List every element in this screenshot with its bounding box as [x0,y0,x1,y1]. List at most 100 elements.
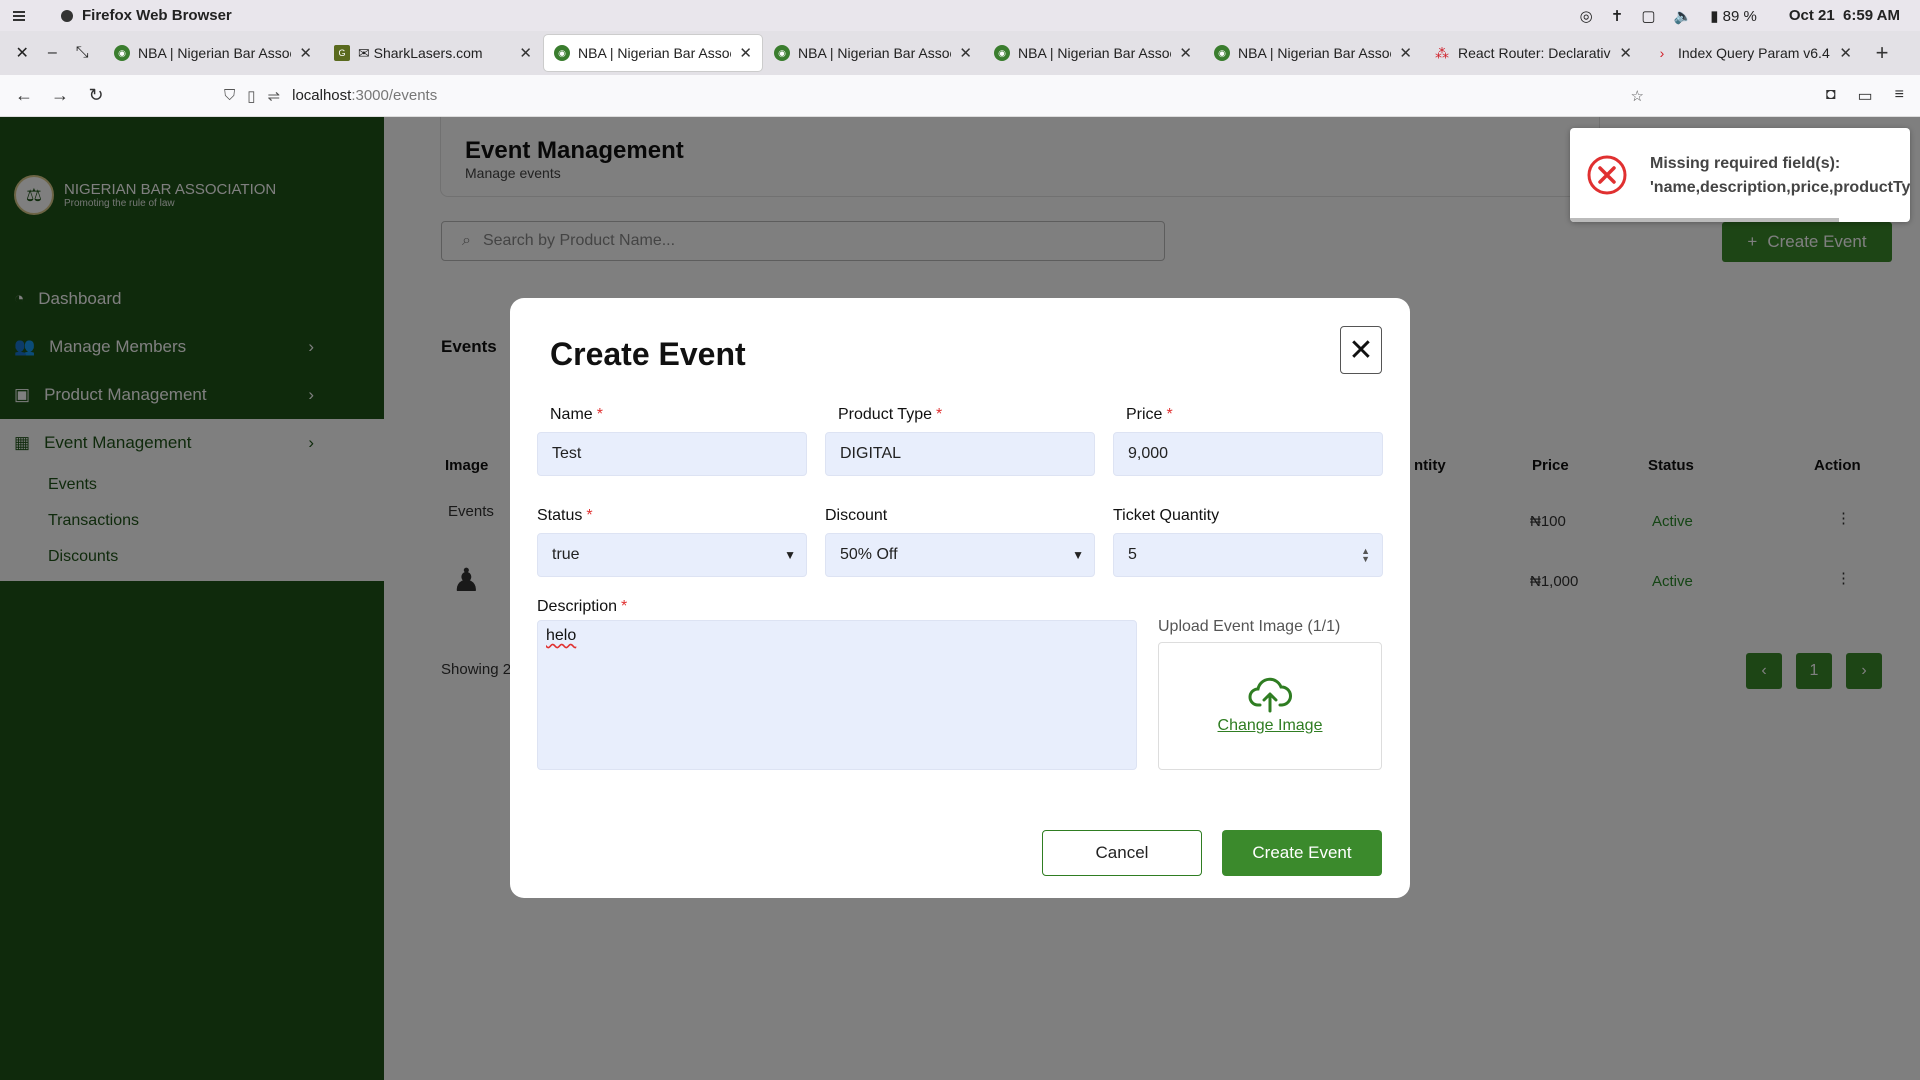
browser-tab[interactable]: › Index Query Param v6.4.1 ✕ [1644,35,1862,71]
product-type-label-text: Product Type [838,406,932,423]
description-textarea[interactable]: helo [537,620,1137,770]
required-marker: * [1166,406,1173,423]
activities-icon [13,10,25,21]
permissions-icon[interactable]: ⇌ [268,87,281,105]
image-upload-area[interactable]: Change Image [1158,642,1382,770]
reload-button[interactable]: ↻ [78,85,114,106]
os-top-bar: Firefox Web Browser ◎ ✝ ▢ 🔈 ▮ 89 % Oct 2… [0,0,1920,31]
new-tab-button[interactable]: + [1862,40,1902,66]
app-name: Firefox Web Browser [82,7,232,24]
required-marker: * [586,507,593,524]
firefox-icon [61,9,73,22]
status-select[interactable]: true ▼ [537,533,807,577]
browser-tab[interactable]: ◉ NBA | Nigerian Bar Associa ✕ [1204,35,1422,71]
volume-icon[interactable]: 🔈 [1674,7,1693,25]
error-icon [1587,155,1627,195]
close-tab-icon[interactable]: ✕ [1619,44,1632,62]
app-menu[interactable]: Firefox Web Browser [60,7,232,24]
close-tab-icon[interactable]: ✕ [959,44,972,62]
pocket-icon[interactable]: ◘ [1826,86,1836,106]
battery-indicator[interactable]: ▮ 89 % [1710,7,1757,25]
price-input[interactable]: 9,000 [1113,432,1383,476]
network-icon[interactable]: ◎ [1580,7,1593,25]
toast-message-line1: Missing required field(s): [1650,155,1841,172]
close-tab-icon[interactable]: ✕ [1399,44,1412,62]
chevron-down-icon: ▼ [784,548,796,562]
system-tray[interactable]: ◎ ✝ ▢ 🔈 ▮ 89 % Oct 21 6:59 AM [1580,0,1920,31]
close-icon: ✕ [1348,333,1374,367]
url-host: localhost [292,87,352,104]
discount-select-value: 50% Off [840,546,898,563]
cancel-button[interactable]: Cancel [1042,830,1202,876]
discount-select[interactable]: 50% Off ▼ [825,533,1095,577]
name-input[interactable]: Test [537,432,807,476]
status-label-text: Status [537,507,583,524]
ticket-quantity-value: 5 [1128,546,1137,563]
close-tab-icon[interactable]: ✕ [299,44,312,62]
forward-button[interactable]: → [42,85,78,106]
ticket-quantity-stepper[interactable]: 5 ▲ ▼ [1113,533,1383,577]
required-marker: * [621,598,628,615]
product-type-label: Product Type * [838,406,942,424]
browser-tab[interactable]: ◉ NBA | Nigerian Bar Associa ✕ [104,35,322,71]
shield-icon[interactable]: ⛉ [224,87,235,104]
sharklasers-icon: G [334,45,350,61]
browser-tab[interactable]: ⁂ React Router: Declarative ✕ [1424,35,1642,71]
restore-window-icon[interactable]: ⤡ [76,44,89,62]
close-window-icon[interactable]: ✕ [15,43,28,63]
description-text: helo [546,627,577,644]
error-toast[interactable]: Missing required field(s): 'name,descrip… [1570,128,1910,222]
navigation-bar: ← → ↻ ⛉ ▯ ⇌ localhost:3000/events ☆ ◘ ▭ … [0,75,1920,117]
tab-strip: ✕ – ⤡ ◉ NBA | Nigerian Bar Associa ✕ G ✉ Sha… [0,31,1920,75]
url-bar[interactable]: ⛉ ▯ ⇌ localhost:3000/events ☆ [224,87,1644,105]
browser-tab[interactable]: ◉ NBA | Nigerian Bar Associa ✕ [984,35,1202,71]
close-tab-icon[interactable]: ✕ [1839,44,1852,62]
close-tab-icon[interactable]: ✕ [519,44,532,62]
browser-tab[interactable]: G ✉ SharkLasers.com ✕ [324,35,542,71]
stepper-arrows-icon[interactable]: ▲ ▼ [1361,547,1370,564]
clock[interactable]: Oct 21 6:59 AM [1789,7,1900,24]
back-button[interactable]: ← [6,85,42,106]
url-text[interactable]: localhost:3000/events [292,87,437,104]
name-label-text: Name [550,406,593,423]
nba-icon: ◉ [774,45,790,61]
sync-icon[interactable]: ▭ [1858,86,1873,106]
accessibility-icon[interactable]: ✝ [1611,7,1624,25]
clock-time: 6:59 AM [1843,7,1900,24]
cloud-upload-icon [1248,677,1292,713]
hamburger-menu-icon[interactable]: ≡ [1895,86,1904,106]
modal-title: Create Event [550,336,746,372]
change-image-link[interactable]: Change Image [1218,717,1323,735]
toast-message-line2: 'name,description,price,productType' [1650,179,1910,196]
battery-icon: ▮ [1710,7,1719,25]
discount-label: Discount [825,507,888,524]
page-icon: ▯ [247,87,256,105]
toast-progress-bar [1570,218,1839,222]
clock-date: Oct 21 [1788,7,1835,24]
url-path: :3000/events [351,87,438,104]
tab-title: React Router: Declarative [1458,45,1612,61]
nba-icon: ◉ [554,45,570,61]
browser-tab[interactable]: ◉ NBA | Nigerian Bar Associa ✕ [764,35,982,71]
chevron-down-icon: ▼ [1072,548,1084,562]
ticket-quantity-label: Ticket Quantity [1113,507,1220,524]
activities-button[interactable] [0,0,38,31]
product-type-input[interactable]: DIGITAL [825,432,1095,476]
tab-title: ✉ SharkLasers.com [358,44,483,61]
description-label: Description * [537,598,627,616]
status-select-value: true [552,546,580,563]
close-tab-icon[interactable]: ✕ [739,44,752,62]
react-router-icon: ⁂ [1435,44,1449,61]
toolbar-right: ◘ ▭ ≡ [1826,86,1920,106]
minimize-window-icon[interactable]: – [48,44,57,62]
close-tab-icon[interactable]: ✕ [1179,44,1192,62]
bookmark-star-icon[interactable]: ☆ [1631,87,1644,105]
browser-tab[interactable]: ◉ NBA | Nigerian Bar Associa ✕ [544,35,762,71]
tab-title: NBA | Nigerian Bar Associa [138,45,292,61]
screen-icon[interactable]: ▢ [1641,7,1655,25]
create-event-submit-button[interactable]: Create Event [1222,830,1382,876]
status-label: Status * [537,507,593,525]
tab-title: NBA | Nigerian Bar Associa [798,45,952,61]
close-button[interactable]: ✕ [1340,326,1382,374]
nba-icon: ◉ [994,45,1010,61]
